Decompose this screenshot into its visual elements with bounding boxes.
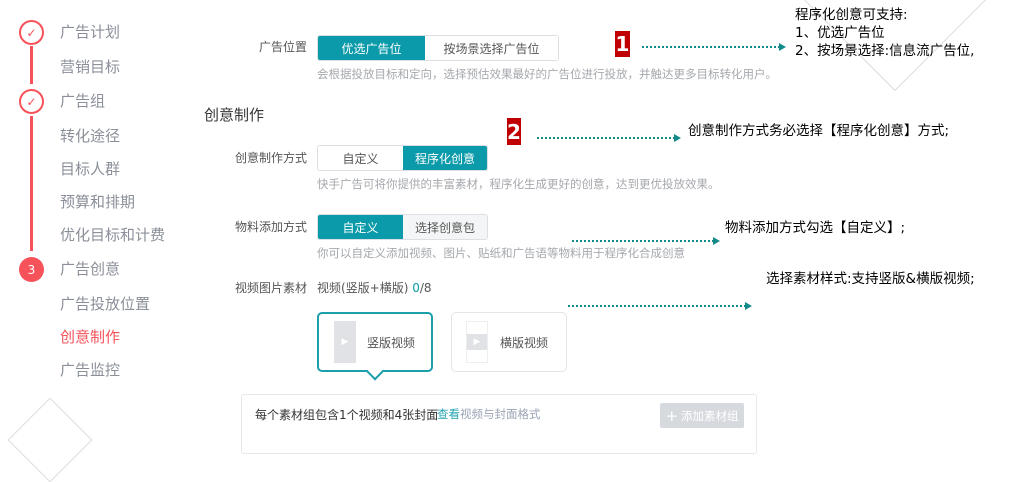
- creative-mode-custom[interactable]: 自定义: [318, 146, 403, 170]
- media-type: 视频(竖版+横版): [317, 281, 413, 295]
- annotation-arrow: [572, 237, 720, 245]
- sidebar-item-target-audience[interactable]: 目标人群: [60, 159, 120, 179]
- placement-label: 广告位置: [258, 40, 307, 54]
- note-line: 2、按场景选择:信息流广告位,: [795, 43, 975, 59]
- annotation-arrow: [642, 43, 786, 51]
- media-count: 视频(竖版+横版) 0/8: [317, 280, 432, 296]
- media-count-current: 0: [412, 281, 420, 295]
- step-connector: [30, 116, 33, 251]
- step-check-icon: ✓: [19, 20, 44, 45]
- creative-mode-label: 创意制作方式: [234, 151, 307, 165]
- decorative-line: [7, 397, 93, 482]
- creative-mode-hint: 快手广告可将你提供的丰富素材，程序化生成更好的创意，达到更优投放效果。: [317, 177, 720, 191]
- sidebar-item-ad-plan[interactable]: 广告计划: [60, 22, 120, 42]
- annotation-note-4: 选择素材样式:支持竖版&横版视频;: [766, 271, 975, 287]
- placement-toggle: 优选广告位 按场景选择广告位: [317, 35, 559, 61]
- horizontal-video-icon: ▶: [466, 321, 488, 363]
- annotation-note-1: 程序化创意可支持: 1、优选广告位 2、按场景选择:信息流广告位,: [795, 6, 974, 60]
- media-label: 视频图片素材: [234, 281, 307, 295]
- sidebar-item-monitoring[interactable]: 广告监控: [60, 360, 120, 380]
- creative-mode-programmatic[interactable]: 程序化创意: [403, 146, 487, 170]
- card-label: 竖版视频: [367, 335, 416, 350]
- group-box-text: 每个素材组包含1个视频和4张封面: [255, 408, 439, 422]
- add-group-label: 添加素材组: [681, 408, 739, 423]
- note-line: 1、优选广告位: [795, 25, 885, 41]
- card-pointer: [366, 363, 384, 381]
- sidebar-item-ad-creative[interactable]: 广告创意: [60, 259, 120, 279]
- step-check-icon: ✓: [19, 89, 44, 114]
- vertical-video-icon: ▶: [334, 321, 356, 363]
- placement-hint: 会根据投放目标和定向，选择预估效果最好的广告位进行投放，并触达更多目标转化用户。: [317, 67, 777, 81]
- material-mode-toggle: 自定义 选择创意包: [317, 214, 488, 240]
- sidebar-item-budget[interactable]: 预算和排期: [60, 192, 135, 212]
- creative-mode-toggle: 自定义 程序化创意: [317, 145, 488, 171]
- material-mode-hint: 你可以自定义添加视频、图片、贴纸和广告语等物料用于程序化合成创意: [317, 246, 685, 260]
- card-horizontal-video[interactable]: ▶ 横版视频: [451, 312, 567, 372]
- placement-option-preferred[interactable]: 优选广告位: [318, 36, 425, 60]
- placement-option-by-scene[interactable]: 按场景选择广告位: [425, 36, 558, 60]
- material-mode-label: 物料添加方式: [234, 220, 307, 234]
- sidebar-item-conversion-path[interactable]: 转化途径: [60, 126, 120, 146]
- note-line: 程序化创意可支持:: [795, 7, 908, 23]
- sidebar-item-creative-production[interactable]: 创意制作: [60, 327, 120, 347]
- annotation-note-2: 创意制作方式务必选择【程序化创意】方式;: [688, 123, 950, 139]
- annotation-badge-2: 2: [507, 118, 521, 145]
- sidebar-item-optimization[interactable]: 优化目标和计费: [60, 225, 165, 245]
- step-connector: [30, 46, 33, 84]
- annotation-arrow: [537, 134, 681, 142]
- section-title: 创意制作: [204, 106, 265, 124]
- material-mode-custom[interactable]: 自定义: [318, 215, 403, 239]
- card-vertical-video[interactable]: ▶ 竖版视频: [317, 312, 433, 381]
- format-link-highlight: 查看: [437, 407, 460, 421]
- sidebar-item-ad-group[interactable]: 广告组: [60, 91, 105, 111]
- plus-icon: +: [665, 406, 679, 425]
- media-count-total: /8: [419, 281, 432, 295]
- format-link-text: 视频与封面格式: [460, 407, 541, 421]
- sidebar-item-marketing-goal[interactable]: 营销目标: [60, 57, 120, 77]
- annotation-arrow: [568, 302, 752, 310]
- annotation-note-3: 物料添加方式勾选【自定义】;: [725, 220, 906, 236]
- annotation-badge-1: 1: [615, 31, 630, 57]
- step-number: 3: [19, 257, 44, 282]
- card-label: 横版视频: [500, 335, 549, 350]
- sidebar-item-placement[interactable]: 广告投放位置: [60, 294, 150, 314]
- format-link[interactable]: 查看视频与封面格式: [437, 406, 541, 422]
- material-mode-package[interactable]: 选择创意包: [403, 215, 487, 239]
- add-group-button[interactable]: + 添加素材组: [660, 403, 744, 428]
